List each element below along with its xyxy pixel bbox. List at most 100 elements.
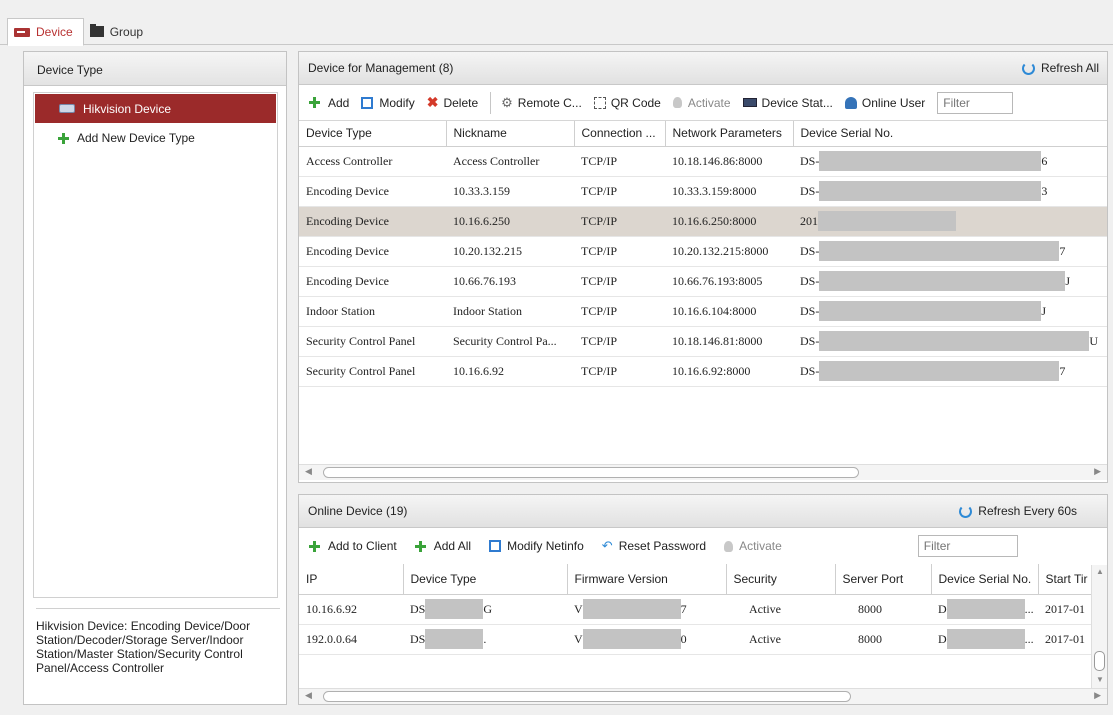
serial-prefix: DS-: [800, 183, 820, 198]
tree-item-add-new-device-type[interactable]: Add New Device Type: [58, 131, 195, 145]
online-table-header-row: IP Device Type Firmware Version Security…: [299, 564, 1091, 594]
column-header-server-port[interactable]: Server Port: [834, 564, 931, 594]
column-header-device-type[interactable]: Device Type: [402, 564, 567, 594]
table-row[interactable]: Indoor Station Indoor Station TCP/IP 10.…: [299, 296, 1107, 327]
table-row[interactable]: Access Controller Access Controller TCP/…: [299, 146, 1107, 177]
serial-suffix: J: [1065, 273, 1071, 288]
table-row[interactable]: Encoding Device 10.33.3.159 TCP/IP 10.33…: [299, 176, 1107, 207]
management-filter-input[interactable]: [937, 91, 1014, 114]
column-header-security[interactable]: Security: [725, 564, 835, 594]
tree-item-label: Hikvision Device: [83, 101, 172, 116]
cell-serial: DS- J: [793, 296, 1107, 327]
redaction-bar: [582, 629, 681, 649]
online-horizontal-scrollbar[interactable]: ◀ ▶: [299, 688, 1107, 704]
add-all-label: Add All: [433, 539, 472, 553]
redaction-bar: [819, 301, 1042, 321]
modify-netinfo-button[interactable]: Modify Netinfo: [489, 539, 584, 553]
online-user-button[interactable]: Online User: [844, 95, 926, 110]
tab-group[interactable]: Group: [84, 18, 153, 45]
serial-prefix: DS-: [800, 303, 820, 318]
add-label: Add: [328, 95, 350, 110]
scroll-down-arrow-icon[interactable]: ▼: [1096, 675, 1104, 684]
online-table: IP Device Type Firmware Version Security…: [299, 564, 1091, 655]
device-type-tree: Hikvision Device Add New Device Type: [33, 92, 278, 598]
scroll-left-arrow-icon[interactable]: ◀: [305, 466, 312, 477]
remote-config-button[interactable]: ⚙ Remote C...: [501, 95, 582, 111]
online-activate-button[interactable]: Activate: [724, 539, 782, 553]
table-row[interactable]: 10.16.6.92 DS G V7 Active 8000 D... 2017-…: [299, 594, 1091, 625]
column-header-connection[interactable]: Connection ...: [573, 121, 665, 146]
refresh-every-60s-button[interactable]: Refresh Every 60s: [959, 504, 1077, 518]
online-filter-input[interactable]: [917, 535, 1018, 557]
plus-icon: [414, 540, 426, 552]
column-header-serial[interactable]: Device Serial No.: [930, 564, 1038, 594]
table-row[interactable]: 192.0.0.64 DS. V0 Active 8000 D... 2017-…: [299, 624, 1091, 655]
tree-item-label: Add New Device Type: [77, 131, 195, 145]
plus-icon: [309, 97, 320, 108]
management-horizontal-scrollbar[interactable]: ◀ ▶: [299, 464, 1107, 480]
cell-network: 10.66.76.193:8005: [665, 266, 793, 297]
online-vertical-scrollbar[interactable]: ▲ ▼: [1091, 565, 1107, 688]
serial-suffix: 7: [1059, 243, 1066, 258]
add-all-button[interactable]: Add All: [414, 539, 472, 553]
table-row[interactable]: Security Control Panel Security Control …: [299, 326, 1107, 357]
column-header-network-parameters[interactable]: Network Parameters: [664, 121, 793, 146]
refresh-all-label: Refresh All: [1040, 61, 1099, 75]
refresh-all-button[interactable]: Refresh All: [1021, 61, 1099, 75]
top-tab-bar: Device Group: [0, 0, 1113, 46]
reset-password-button[interactable]: ↶ Reset Password: [602, 538, 706, 554]
scroll-up-arrow-icon[interactable]: ▲: [1096, 567, 1104, 576]
bulb-icon: [672, 97, 682, 108]
online-user-label: Online User: [861, 95, 926, 110]
column-header-start-time[interactable]: Start Tir: [1037, 564, 1091, 594]
serial-prefix: D: [938, 631, 947, 646]
table-row[interactable]: Security Control Panel 10.16.6.92 TCP/IP…: [299, 356, 1107, 387]
scroll-right-arrow-icon[interactable]: ▶: [1094, 690, 1101, 701]
modify-button[interactable]: Modify: [361, 96, 415, 110]
column-header-device-type[interactable]: Device Type: [299, 121, 446, 146]
cell-ip: 10.16.6.92: [299, 594, 403, 625]
cell-firmware: V7: [567, 594, 726, 625]
vertical-scrollbar-thumb[interactable]: [1094, 651, 1105, 671]
bulb-icon: [724, 540, 734, 552]
user-icon: [844, 96, 857, 109]
tab-device[interactable]: Device: [7, 18, 84, 46]
cell-connection: TCP/IP: [574, 206, 665, 237]
delete-button[interactable]: ✖ Delete: [427, 94, 478, 111]
column-header-serial[interactable]: Device Serial No.: [792, 121, 1107, 146]
scroll-left-arrow-icon[interactable]: ◀: [305, 690, 312, 701]
cell-device-type: Access Controller: [299, 146, 446, 177]
undo-arrow-icon: ↶: [601, 538, 613, 553]
activate-button[interactable]: Activate: [672, 95, 731, 110]
column-header-ip[interactable]: IP: [299, 564, 403, 594]
table-row[interactable]: Encoding Device 10.66.76.193 TCP/IP 10.6…: [299, 266, 1107, 297]
cell-start-time: 2017-01: [1038, 594, 1091, 625]
tree-item-hikvision-device[interactable]: Hikvision Device: [35, 94, 276, 123]
scrollbar-thumb[interactable]: [323, 467, 859, 478]
column-header-firmware[interactable]: Firmware Version: [566, 564, 726, 594]
qr-code-button[interactable]: QR Code: [593, 96, 661, 110]
column-header-nickname[interactable]: Nickname: [445, 121, 574, 146]
cell-network: 10.18.146.86:8000: [665, 146, 793, 177]
device-status-button[interactable]: Device Stat...: [742, 96, 833, 110]
cell-security: Active: [726, 624, 835, 655]
serial-suffix: 7: [1059, 363, 1066, 378]
activate-label: Activate: [687, 95, 731, 110]
modify-netinfo-label: Modify Netinfo: [507, 539, 584, 553]
scroll-right-arrow-icon[interactable]: ▶: [1094, 466, 1101, 477]
table-header-row: Device Type Nickname Connection ... Netw…: [299, 121, 1107, 146]
cell-nickname: 10.33.3.159: [446, 176, 574, 207]
add-button[interactable]: Add: [309, 96, 349, 110]
serial-prefix: DS-: [800, 333, 820, 348]
fw-suffix: 7: [680, 601, 687, 616]
fw-suffix: 0: [680, 631, 687, 646]
plus-icon: [309, 540, 320, 552]
cell-server-port: 8000: [835, 624, 931, 655]
add-to-client-button[interactable]: Add to Client: [309, 539, 397, 553]
cell-server-port: 8000: [835, 594, 931, 625]
device-status-icon: [742, 98, 757, 107]
table-row[interactable]: Encoding Device 10.20.132.215 TCP/IP 10.…: [299, 236, 1107, 267]
scrollbar-thumb[interactable]: [323, 691, 851, 702]
table-row-selected[interactable]: Encoding Device 10.16.6.250 TCP/IP 10.16…: [299, 206, 1107, 237]
serial-prefix: 201: [800, 213, 818, 228]
